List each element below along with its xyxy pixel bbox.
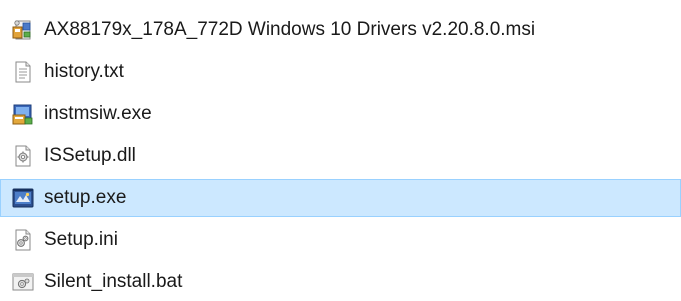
file-item-setup-ini[interactable]: Setup.ini — [0, 221, 681, 259]
setup-exe-icon — [12, 188, 34, 208]
dll-file-icon — [15, 145, 31, 167]
text-document-icon — [15, 61, 31, 83]
file-item-setup-exe[interactable]: setup.exe — [0, 179, 681, 217]
file-name: Silent_install.bat — [44, 271, 183, 292]
file-name: setup.exe — [44, 187, 127, 208]
file-item-silent-install-bat[interactable]: Silent_install.bat — [0, 263, 681, 301]
file-name: Setup.ini — [44, 229, 118, 250]
file-name: instmsiw.exe — [44, 103, 152, 124]
ini-settings-icon — [15, 229, 31, 251]
file-item-txt[interactable]: history.txt — [0, 53, 681, 91]
file-name: history.txt — [44, 61, 124, 82]
file-name: AX88179x_178A_772D Windows 10 Drivers v2… — [44, 19, 536, 40]
file-item-issetup-dll[interactable]: ISSetup.dll — [0, 137, 681, 175]
exe-installer-icon — [12, 104, 33, 125]
batch-file-icon — [12, 273, 34, 291]
file-name: ISSetup.dll — [44, 145, 136, 166]
msi-installer-icon — [12, 20, 31, 40]
file-item-instmsiw[interactable]: instmsiw.exe — [0, 95, 681, 133]
file-list: AX88179x_178A_772D Windows 10 Drivers v2… — [0, 0, 681, 293]
file-item-msi[interactable]: AX88179x_178A_772D Windows 10 Drivers v2… — [0, 11, 681, 49]
